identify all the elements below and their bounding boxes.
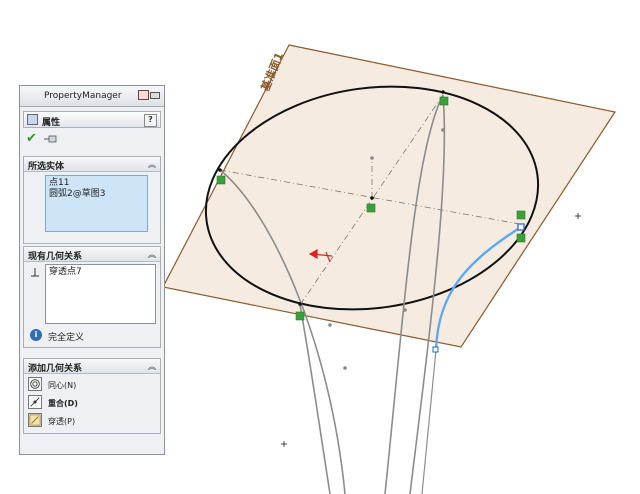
add-relations-header[interactable]: 添加几何关系 ︽ [24,359,160,374]
add-relations-title: 添加几何关系 [28,364,83,374]
existing-relations-group: 现有几何关系 ︽ 穿透点7 i 完全定义 [23,246,161,348]
add-relation-label: 穿透(P) [48,417,76,426]
add-relation-label: 同心(N) [48,381,77,390]
feature-title: 属性 [42,118,61,128]
collapse-chevron-icon[interactable]: ︽ [148,249,156,260]
collapse-chevron-icon[interactable]: ︽ [148,361,156,372]
add-relation-pierce[interactable]: 穿透(P) [28,413,156,429]
existing-relations-list[interactable]: 穿透点7 [45,264,156,324]
status-text: 完全定义 [48,333,85,343]
add-relation-label: 重合(D) [48,399,78,408]
relation-type-icon [31,268,39,277]
property-manager-title: PropertyManager [44,91,122,101]
selected-entities-title: 所选实体 [28,162,65,172]
ok-check-icon[interactable]: ✔ [26,131,37,146]
existing-relations-title: 现有几何关系 [28,252,83,262]
pushpin-icon[interactable] [44,135,58,143]
selected-entities-group: 所选实体 ︽ 点11 圆弧2@草图3 [23,156,161,244]
concentric-icon [28,377,42,391]
selected-entities-header[interactable]: 所选实体 ︽ [24,157,160,172]
existing-relations-header[interactable]: 现有几何关系 ︽ [24,247,160,262]
properties-icon [27,114,38,125]
list-item[interactable]: 点11 [49,178,144,189]
ok-row: ✔ [26,131,66,147]
collapse-chevron-icon[interactable]: ︽ [148,159,156,170]
feature-title-bar: 属性 ? [23,111,161,128]
add-relation-coincident[interactable]: 重合(D) [28,395,156,411]
pierce-icon [28,413,42,427]
add-relations-group: 添加几何关系 ︽ 同心(N) 重合(D) 穿透(P) [23,358,161,434]
definition-status: i 完全定义 [30,329,150,343]
arc-endpoint[interactable] [432,346,439,353]
coincident-icon [28,395,42,409]
info-icon: i [30,329,42,341]
selected-point[interactable] [517,223,525,231]
pin-panel-icon[interactable] [150,92,160,99]
add-relation-concentric[interactable]: 同心(N) [28,377,156,393]
list-item[interactable]: 穿透点7 [49,267,152,278]
list-item[interactable]: 圆弧2@草图3 [49,189,144,200]
help-button[interactable]: ? [144,114,157,127]
property-manager-panel: PropertyManager 属性 ? ✔ 所选实体 ︽ 点11 圆弧2@草图… [19,85,165,455]
header-icons [138,90,160,101]
flyout-icon[interactable] [138,90,149,100]
selected-entities-list[interactable]: 点11 圆弧2@草图3 [45,175,148,232]
reference-plane[interactable] [162,44,616,348]
property-manager-header: PropertyManager [20,86,164,107]
